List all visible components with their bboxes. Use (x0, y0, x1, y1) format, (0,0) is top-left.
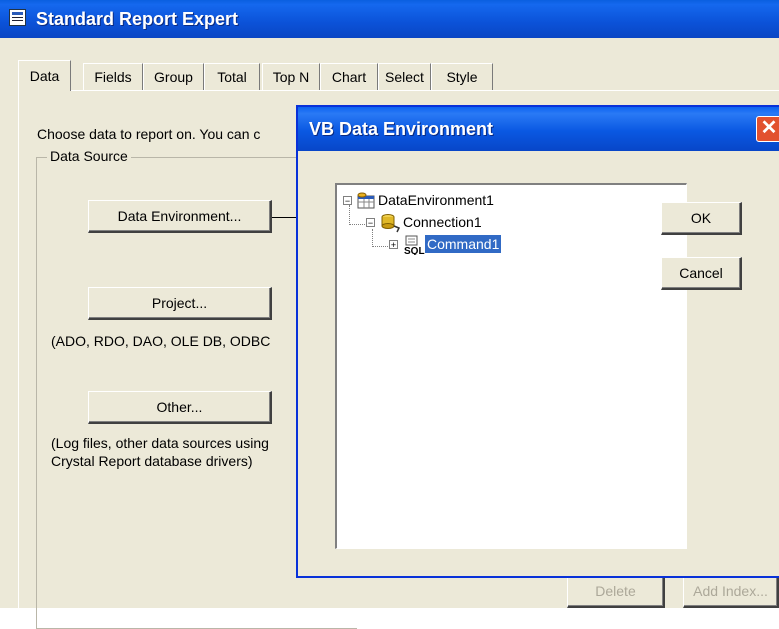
project-sources-note: (ADO, RDO, DAO, OLE DB, ODBC (51, 333, 271, 349)
tab-fields[interactable]: Fields (83, 63, 143, 90)
data-environment-button[interactable]: Data Environment... (88, 200, 272, 233)
report-app-icon (9, 9, 26, 26)
collapse-icon[interactable]: − (366, 218, 375, 228)
add-index-button[interactable]: Add Index... (683, 575, 779, 608)
other-sources-note-line2: Crystal Report database drivers) (51, 453, 253, 469)
expand-icon[interactable]: + (389, 240, 398, 250)
connection-icon (381, 214, 401, 233)
delete-button[interactable]: Delete (567, 575, 665, 608)
sql-command-icon: SQL (404, 235, 425, 255)
close-icon[interactable]: ✕ (756, 116, 779, 142)
title-bar[interactable]: Standard Report Expert (0, 0, 779, 38)
tab-panel-border-left (18, 90, 19, 608)
tree-item-label: Command1 (425, 235, 502, 253)
tab-select[interactable]: Select (378, 63, 431, 90)
instruction-text: Choose data to report on. You can c (37, 126, 261, 142)
tab-total[interactable]: Total (204, 63, 260, 90)
other-button[interactable]: Other... (88, 391, 272, 424)
svg-text:SQL: SQL (404, 246, 425, 255)
dialog-title: VB Data Environment (309, 119, 494, 139)
project-button[interactable]: Project... (88, 287, 272, 320)
tab-top-n[interactable]: Top N (262, 63, 320, 90)
other-sources-note-line1: (Log files, other data sources using (51, 435, 269, 451)
tab-group[interactable]: Group (143, 63, 204, 90)
ok-button[interactable]: OK (661, 202, 742, 235)
cancel-button[interactable]: Cancel (661, 257, 742, 290)
data-environment-icon (357, 192, 375, 209)
tab-chart[interactable]: Chart (320, 63, 378, 90)
tree-line (372, 229, 374, 247)
data-source-label: Data Source (47, 148, 131, 164)
tab-panel-border (18, 90, 779, 91)
data-environment-tree[interactable]: − DataEnvironment1 − Connection1 + SQL C… (335, 183, 687, 549)
tab-style[interactable]: Style (431, 63, 493, 90)
collapse-icon[interactable]: − (343, 196, 352, 206)
tree-item-label: DataEnvironment1 (378, 192, 494, 208)
tree-item-label: Connection1 (403, 214, 482, 230)
tab-data[interactable]: Data (18, 60, 71, 91)
dialog-title-bar[interactable]: VB Data Environment ✕ (298, 107, 779, 151)
window-title: Standard Report Expert (36, 9, 239, 29)
tree-line (349, 205, 351, 225)
vb-data-environment-dialog: VB Data Environment ✕ − DataEnvironment1… (296, 105, 779, 578)
